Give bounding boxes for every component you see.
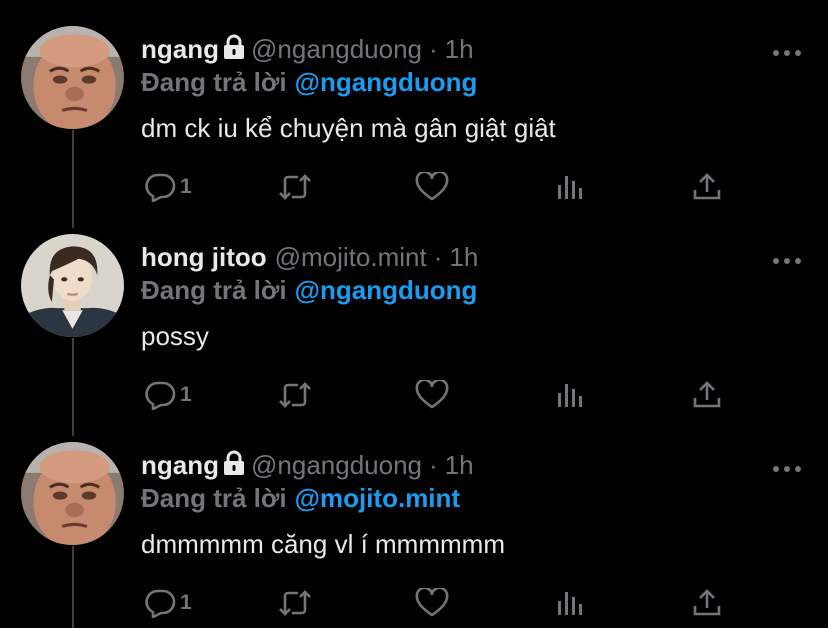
replying-to-handle[interactable]: @ngangduong	[295, 275, 478, 305]
heart-icon	[415, 172, 449, 201]
retweet-icon	[279, 382, 311, 408]
retweet-button[interactable]	[277, 170, 313, 204]
tweet-actions: 1	[141, 586, 741, 620]
more-options-icon[interactable]	[772, 460, 802, 472]
analytics-icon	[558, 384, 582, 407]
replying-to-label: Đang trả lời	[141, 275, 287, 305]
retweet-icon	[279, 590, 311, 616]
like-button[interactable]	[415, 378, 449, 412]
avatar[interactable]	[21, 442, 124, 545]
share-icon	[693, 173, 721, 200]
retweet-button[interactable]	[277, 378, 313, 412]
tweet[interactable]: ngang @ngangduong · 1h Đang trả lời @ngangdu…	[0, 0, 828, 208]
replying-to: Đang trả lời @ngangduong	[141, 67, 477, 97]
tweet-actions: 1	[141, 170, 741, 204]
share-button[interactable]	[691, 170, 723, 204]
tweet-text: possy	[141, 321, 209, 351]
share-icon	[693, 381, 721, 408]
more-options-icon[interactable]	[772, 252, 802, 264]
reply-count: 1	[180, 591, 192, 614]
replying-to-label: Đang trả lời	[141, 67, 287, 97]
share-button[interactable]	[691, 378, 723, 412]
replying-to-label: Đang trả lời	[141, 483, 287, 513]
views-button[interactable]	[555, 586, 585, 620]
replying-to-handle[interactable]: @ngangduong	[295, 67, 478, 97]
tweet-text: dmmmmm căng vl í mmmmmm	[141, 529, 505, 559]
replying-to-handle[interactable]: @mojito.mint	[295, 483, 460, 513]
views-button[interactable]	[555, 378, 585, 412]
man-face-avatar-icon	[21, 442, 124, 545]
reply-bubble-icon	[145, 589, 176, 618]
timestamp[interactable]: 1h	[445, 450, 474, 480]
heart-icon	[415, 380, 449, 409]
reply-button[interactable]: 1	[143, 170, 192, 204]
tweet-actions: 1	[141, 378, 741, 412]
tweet-header: ngang @ngangduong · 1h	[141, 34, 474, 66]
analytics-icon	[558, 592, 582, 615]
tweet-header: hong jitoo @mojito.mint · 1h	[141, 242, 478, 272]
reply-bubble-icon	[145, 381, 176, 410]
display-name[interactable]: hong jitoo	[141, 242, 267, 272]
young-man-avatar-icon	[21, 234, 124, 337]
separator-dot: ·	[433, 242, 443, 272]
separator-dot: ·	[429, 34, 438, 64]
share-button[interactable]	[691, 586, 723, 620]
tweet-header: ngang @ngangduong · 1h	[141, 450, 474, 482]
more-options-icon[interactable]	[772, 44, 802, 56]
avatar[interactable]	[21, 26, 124, 129]
like-button[interactable]	[415, 170, 449, 204]
reply-button[interactable]: 1	[143, 586, 192, 620]
display-name[interactable]: ngang	[141, 34, 219, 64]
man-face-avatar-icon	[21, 26, 124, 129]
reply-count: 1	[180, 383, 192, 406]
user-handle[interactable]: @ngangduong	[251, 34, 422, 64]
like-button[interactable]	[415, 586, 449, 620]
avatar[interactable]	[21, 234, 124, 337]
replying-to: Đang trả lời @mojito.mint	[141, 483, 460, 513]
tweet[interactable]: hong jitoo @mojito.mint · 1h Đang trả lời @n…	[0, 208, 828, 416]
retweet-button[interactable]	[277, 586, 313, 620]
replying-to: Đang trả lời @ngangduong	[141, 275, 477, 305]
lock-icon	[223, 450, 245, 482]
analytics-icon	[558, 176, 582, 199]
tweet[interactable]: ngang @ngangduong · 1h Đang trả lời @mojito.…	[0, 416, 828, 624]
retweet-icon	[279, 174, 311, 200]
timestamp[interactable]: 1h	[449, 242, 478, 272]
heart-icon	[415, 588, 449, 617]
lock-icon	[223, 34, 245, 66]
reply-button[interactable]: 1	[143, 378, 192, 412]
timestamp[interactable]: 1h	[445, 34, 474, 64]
separator-dot: ·	[429, 450, 438, 480]
views-button[interactable]	[555, 170, 585, 204]
reply-bubble-icon	[145, 173, 176, 202]
user-handle[interactable]: @ngangduong	[251, 450, 422, 480]
user-handle[interactable]: @mojito.mint	[275, 242, 427, 272]
display-name[interactable]: ngang	[141, 450, 219, 480]
share-icon	[693, 589, 721, 616]
tweet-text: dm ck iu kể chuyện mà gân giật giật	[141, 113, 556, 143]
reply-count: 1	[180, 175, 192, 198]
